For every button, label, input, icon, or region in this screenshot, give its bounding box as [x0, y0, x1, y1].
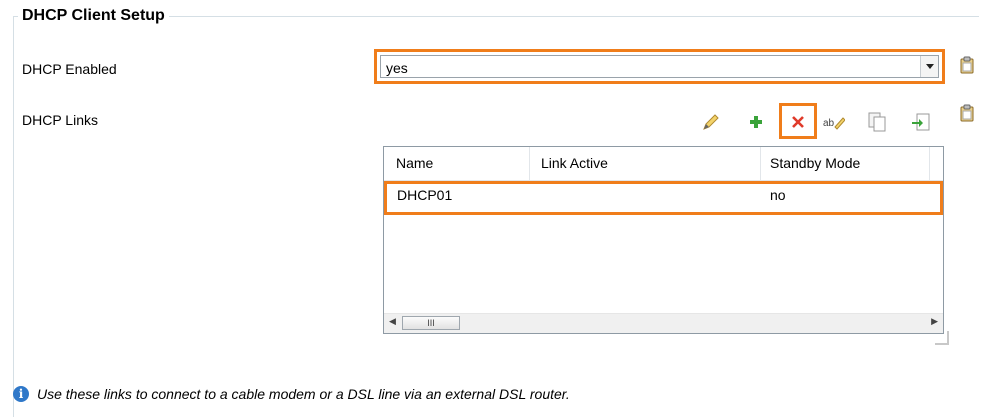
column-separator[interactable]	[760, 147, 761, 180]
column-separator[interactable]	[529, 147, 530, 180]
info-icon: i	[13, 386, 29, 402]
section-title: DHCP Client Setup	[18, 6, 169, 26]
dhcp-enabled-value: yes	[386, 60, 408, 76]
horizontal-scrollbar[interactable]: ◀ III ▶	[384, 313, 943, 333]
chevron-down-icon[interactable]	[920, 56, 938, 77]
resize-grip[interactable]	[935, 331, 949, 345]
column-header-link-active[interactable]: Link Active	[541, 155, 608, 171]
column-header-name[interactable]: Name	[396, 155, 433, 171]
scroll-right-icon[interactable]: ▶	[931, 316, 938, 327]
add-plus-icon[interactable]	[745, 111, 767, 133]
dhcp-enabled-select[interactable]: yes	[374, 49, 945, 84]
scrollbar-thumb[interactable]: III	[402, 316, 460, 330]
groupbox-border-left	[13, 16, 14, 417]
paste-icon[interactable]	[910, 111, 932, 133]
svg-text:ab: ab	[823, 118, 835, 129]
cell-name: DHCP01	[397, 187, 453, 203]
table-header: Name Link Active Standby Mode	[384, 147, 943, 181]
clipboard-icon[interactable]	[960, 56, 974, 74]
cell-standby-mode: no	[770, 187, 786, 203]
edit-pencil-icon[interactable]	[700, 111, 722, 133]
dhcp-links-table: Name Link Active Standby Mode DHCP01 no …	[383, 146, 944, 334]
rename-icon[interactable]: ab	[823, 111, 845, 133]
table-row[interactable]	[384, 181, 943, 215]
scroll-left-icon[interactable]: ◀	[389, 316, 396, 327]
column-separator[interactable]	[929, 147, 930, 180]
column-header-standby-mode[interactable]: Standby Mode	[770, 155, 860, 171]
clipboard-icon[interactable]	[960, 104, 974, 122]
info-text: Use these links to connect to a cable mo…	[37, 386, 570, 402]
info-message: i Use these links to connect to a cable …	[13, 386, 570, 402]
delete-x-icon[interactable]	[787, 111, 809, 133]
copy-icon[interactable]	[866, 111, 888, 133]
dhcp-links-label: DHCP Links	[22, 112, 98, 128]
dhcp-enabled-label: DHCP Enabled	[22, 61, 117, 77]
